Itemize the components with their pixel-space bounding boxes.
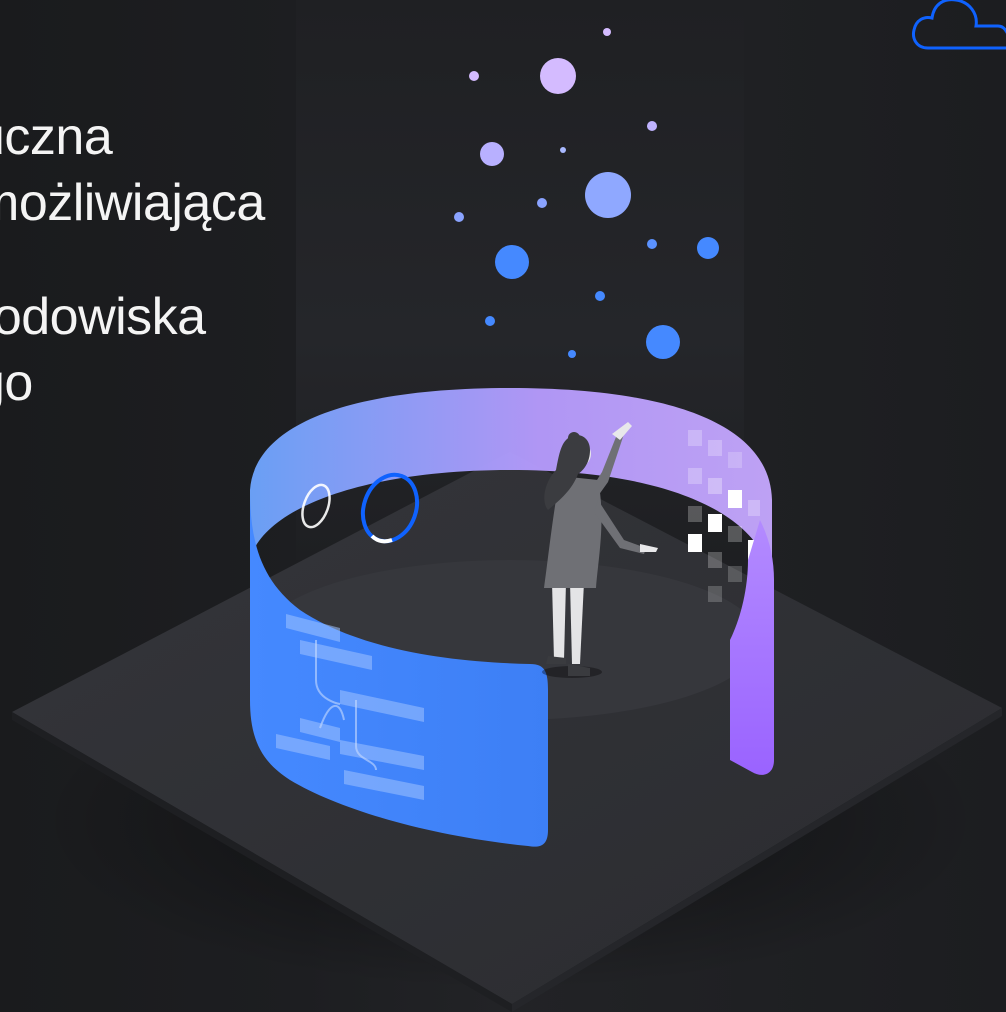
floating-dots — [454, 28, 719, 359]
cloud-icon — [912, 0, 1006, 50]
band-right-wall — [730, 520, 774, 775]
hero-banner: uczna możliwiająca rodowiska go — [0, 0, 1006, 1012]
isometric-illustration — [12, 28, 1002, 1012]
